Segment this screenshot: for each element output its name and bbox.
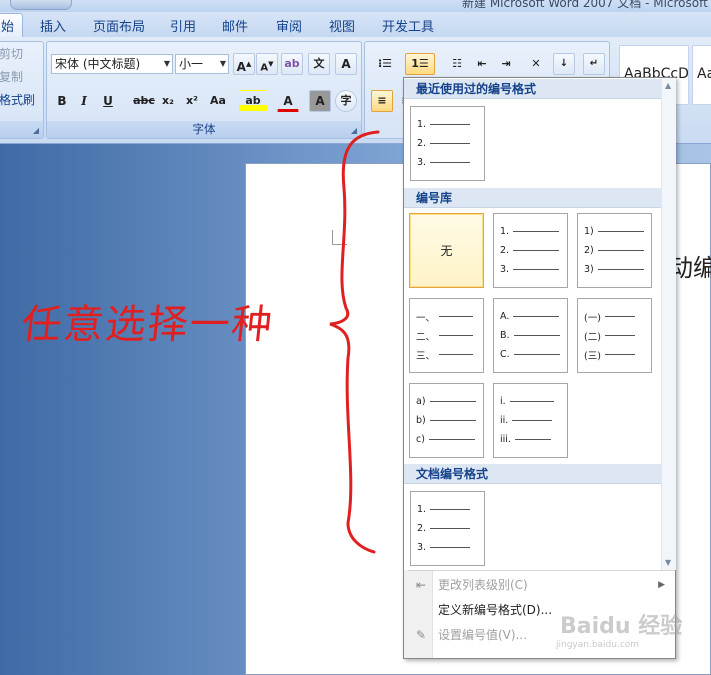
font-name-combo[interactable]: 宋体 (中文标题) ▼ — [51, 54, 173, 74]
set-value-icon: ✎ — [415, 628, 427, 642]
title-bar: 新建 Microsoft Word 2007 文档 - Microsoft — [0, 0, 711, 12]
bullets-button[interactable]: ⁝☰ — [371, 53, 399, 75]
tab-references[interactable]: 引用 — [170, 16, 196, 35]
numbering-tile-decimal-paren[interactable]: 1) 2) 3) — [577, 213, 652, 288]
superscript-button[interactable]: x² — [181, 90, 203, 112]
cut-button[interactable]: 剪切 — [0, 45, 23, 62]
copy-button[interactable]: 复制 — [0, 68, 23, 85]
numbering-tile-upper-alpha[interactable]: A. B. C. — [493, 298, 568, 373]
italic-button[interactable]: I — [73, 90, 95, 112]
multilevel-list-button[interactable]: ☷ — [443, 53, 471, 75]
chinese-layout-button[interactable]: ✕ — [525, 53, 547, 75]
font-name-value: 宋体 (中文标题) — [55, 57, 141, 71]
numbering-button[interactable]: 1☰ — [405, 53, 435, 75]
increase-indent-button[interactable]: ⇥ — [495, 53, 517, 75]
sort-icon: ↓ — [559, 58, 569, 69]
numbering-tile-chinese[interactable]: 一、 二、 三、 — [409, 298, 484, 373]
numbering-tile-chinese-paren[interactable]: (一) (二) (三) — [577, 298, 652, 373]
chevron-down-icon: ▼ — [163, 59, 170, 68]
phonetic-guide-button[interactable]: 文 — [308, 53, 330, 75]
tab-mailings[interactable]: 邮件 — [222, 16, 248, 35]
annotation-brace-icon — [329, 130, 380, 554]
watermark-url: jingyan.baidu.com — [556, 640, 640, 650]
none-label: 无 — [440, 244, 453, 258]
tab-developer[interactable]: 开发工具 — [382, 16, 434, 35]
submenu-arrow-icon: ▶ — [658, 580, 665, 590]
tab-review[interactable]: 审阅 — [276, 16, 302, 35]
window-title: 新建 Microsoft Word 2007 文档 - Microsoft — [462, 0, 708, 10]
shrink-font-button[interactable]: A▼ — [256, 53, 278, 75]
clear-format-button[interactable]: ab — [281, 53, 303, 75]
multilevel-list-icon: ☷ — [452, 57, 462, 70]
font-color-button[interactable]: A — [277, 90, 299, 112]
increase-indent-icon: ⇥ — [501, 57, 511, 70]
numbering-tile-recent[interactable]: 1. 2. 3. — [410, 106, 485, 181]
tab-home[interactable]: 始 — [0, 13, 24, 37]
numbering-tile-lower-alpha[interactable]: a) b) c) — [409, 383, 484, 458]
change-case-button[interactable]: Aa — [205, 90, 231, 112]
change-list-level-item[interactable]: ⇤ 更改列表级别(C) ▶ — [404, 573, 675, 597]
align-left-icon: ≡ — [377, 94, 387, 107]
baidu-watermark: Baidu 经验 — [560, 614, 683, 639]
align-left-button[interactable]: ≡ — [371, 90, 393, 112]
tab-insert[interactable]: 插入 — [40, 16, 66, 35]
strikethrough-button[interactable]: abc — [131, 90, 157, 112]
numbering-tile-roman[interactable]: i. ii. iii. — [493, 383, 568, 458]
grow-font-button[interactable]: A▲ — [233, 53, 255, 75]
format-painter-button[interactable]: 格式刷 — [0, 91, 35, 108]
font-size-value: 小一 — [179, 57, 204, 71]
font-group: 宋体 (中文标题) ▼ 小一 ▼ A▲ A▼ ab 文 A B I U abc … — [46, 41, 362, 139]
font-size-combo[interactable]: 小一 ▼ — [175, 54, 229, 74]
chevron-down-icon: ▼ — [219, 59, 226, 68]
clipboard-group: 剪切 复制 格式刷 ◢ — [0, 41, 44, 139]
tab-page-layout[interactable]: 页面布局 — [93, 16, 145, 35]
character-border-button[interactable]: A — [335, 53, 357, 75]
style-no-spacing[interactable]: Aa — [692, 45, 711, 105]
numbering-tile-decimal-dot[interactable]: 1. 2. 3. — [493, 213, 568, 288]
numbering-tile-none[interactable]: 无 — [409, 213, 484, 288]
annotation-text: 任意选择一种 — [19, 302, 276, 348]
show-marks-button[interactable]: ↵ — [583, 53, 605, 75]
panel-scrollbar[interactable]: ▲ ▼ — [661, 78, 676, 570]
highlight-button[interactable]: ab — [239, 90, 267, 112]
scroll-up-icon[interactable]: ▲ — [665, 81, 671, 90]
decrease-indent-button[interactable]: ⇤ — [471, 53, 493, 75]
chinese-layout-icon: ✕ — [531, 57, 541, 70]
sort-button[interactable]: ↓ — [553, 53, 575, 75]
ribbon-tabs: 始 插入 页面布局 引用 邮件 审阅 视图 开发工具 — [0, 12, 711, 37]
subscript-button[interactable]: x₂ — [157, 90, 179, 112]
recent-header: 最近使用过的编号格式 — [404, 79, 661, 99]
change-level-icon: ⇤ — [415, 578, 427, 592]
numbering-tile-document[interactable]: 1. 2. 3. — [410, 491, 485, 566]
document-formats-header: 文档编号格式 — [404, 464, 661, 484]
font-group-label: 字体 — [47, 121, 361, 138]
scroll-down-icon[interactable]: ▼ — [665, 558, 671, 567]
library-header: 编号库 — [404, 188, 661, 208]
decrease-indent-icon: ⇤ — [477, 57, 487, 70]
paragraph-mark-icon: ↵ — [589, 58, 599, 69]
menu-separator — [408, 570, 675, 571]
enclose-characters-button[interactable]: 字 — [335, 90, 357, 112]
quick-access-toolbar[interactable] — [10, 0, 72, 10]
dialog-launcher-icon[interactable]: ◢ — [33, 126, 39, 135]
character-shading-button[interactable]: A — [309, 90, 331, 112]
bullets-icon: ⁝☰ — [377, 57, 393, 70]
tab-view[interactable]: 视图 — [329, 16, 355, 35]
bold-button[interactable]: B — [51, 90, 73, 112]
numbering-icon: 1☰ — [411, 57, 429, 70]
numbering-dropdown: 最近使用过的编号格式 1. 2. 3. 编号库 无 1. 2. 3. 1) 2)… — [403, 77, 676, 659]
underline-button[interactable]: U — [97, 90, 119, 112]
